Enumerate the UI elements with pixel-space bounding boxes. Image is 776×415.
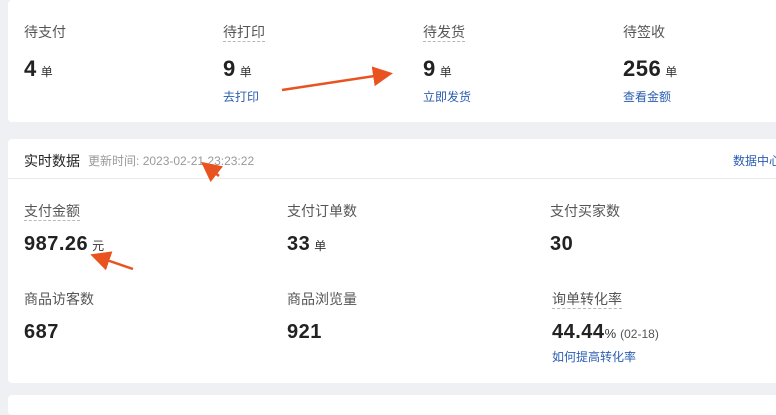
pending-payment-label: 待支付 — [24, 24, 66, 40]
payment-amount-stat: 支付金额 987.26 元 — [24, 201, 104, 256]
paid-orders-unit: 单 — [314, 239, 327, 253]
pending-payment-count: 4 — [24, 56, 37, 81]
pending-print-count: 9 — [223, 56, 236, 81]
product-views-value: 921 — [287, 321, 322, 343]
product-visitors-value: 687 — [24, 321, 59, 343]
paid-buyers-label: 支付买家数 — [550, 203, 620, 219]
ship-now-link[interactable]: 立即发货 — [423, 90, 471, 104]
pending-receipt-count: 256 — [623, 56, 662, 81]
pending-ship-label[interactable]: 待发货 — [423, 24, 465, 42]
product-views-label: 商品浏览量 — [287, 291, 357, 307]
paid-buyers-value: 30 — [550, 233, 574, 255]
paid-orders-value: 33 — [287, 233, 311, 255]
payment-amount-unit: 元 — [92, 239, 105, 253]
realtime-title: 实时数据 — [24, 153, 80, 169]
go-print-link[interactable]: 去打印 — [223, 90, 259, 104]
next-card — [8, 395, 776, 415]
pending-receipt-unit: 单 — [665, 65, 678, 79]
update-time-value: 2023-02-21 23:23:22 — [142, 154, 255, 168]
inquiry-conversion-stat: 询单转化率 44.44% (02-18) 如何提高转化率 — [552, 289, 659, 366]
payment-amount-value: 987.26 — [24, 233, 89, 255]
inquiry-conversion-unit: % — [604, 326, 617, 341]
update-time-label: 更新时间: — [88, 154, 140, 168]
product-visitors-label: 商品访客数 — [24, 291, 94, 307]
improve-conversion-link[interactable]: 如何提高转化率 — [552, 350, 636, 364]
product-visitors-stat: 商品访客数 687 — [24, 289, 94, 344]
pending-ship-stat: 待发货 9单 立即发货 — [423, 22, 471, 106]
paid-buyers-stat: 支付买家数 30 — [550, 201, 620, 256]
data-center-link[interactable]: 数据中心 — [733, 152, 776, 169]
inquiry-conversion-label[interactable]: 询单转化率 — [552, 291, 622, 309]
product-views-stat: 商品浏览量 921 — [287, 289, 357, 344]
pending-payment-unit: 单 — [40, 65, 53, 79]
pending-print-label[interactable]: 待打印 — [223, 24, 265, 42]
pending-payment-stat: 待支付 4单 — [24, 22, 66, 82]
paid-orders-label: 支付订单数 — [287, 203, 357, 219]
paid-orders-stat: 支付订单数 33 单 — [287, 201, 357, 256]
inquiry-conversion-value: 44.44 — [552, 321, 605, 343]
view-amount-link[interactable]: 查看金额 — [623, 90, 671, 104]
pending-ship-unit: 单 — [439, 65, 452, 79]
pending-receipt-stat: 待签收 256 单 查看金额 — [623, 22, 677, 106]
pending-receipt-label: 待签收 — [623, 24, 665, 40]
inquiry-conversion-date: (02-18) — [620, 327, 659, 341]
pending-print-stat: 待打印 9单 去打印 — [223, 22, 265, 106]
pending-ship-count: 9 — [423, 56, 436, 81]
pending-print-unit: 单 — [239, 65, 252, 79]
order-status-card: 待支付 4单 待打印 9单 去打印 待发货 9单 立即发货 待签收 256 单 查… — [8, 0, 776, 122]
update-time: 更新时间: 2023-02-21 23:23:22 — [88, 152, 254, 169]
realtime-data-card: 实时数据 更新时间: 2023-02-21 23:23:22 数据中心 支付金额… — [8, 139, 776, 383]
payment-amount-label[interactable]: 支付金额 — [24, 203, 80, 221]
realtime-header: 实时数据 更新时间: 2023-02-21 23:23:22 数据中心 — [8, 139, 776, 179]
